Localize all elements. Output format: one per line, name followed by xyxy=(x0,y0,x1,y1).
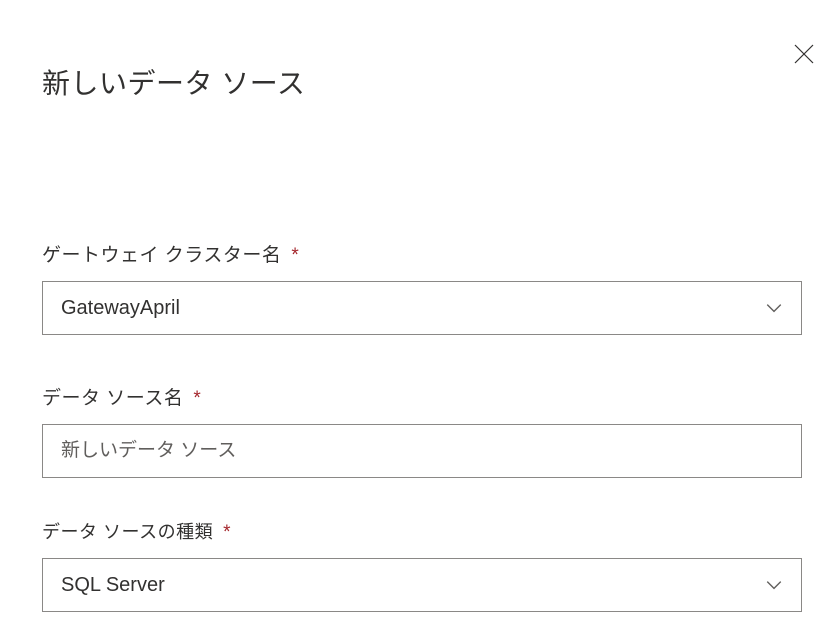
chevron-down-icon xyxy=(765,299,783,317)
data-source-type-select[interactable]: SQL Server xyxy=(42,558,802,612)
data-source-type-value: SQL Server xyxy=(61,574,165,597)
data-source-name-input[interactable] xyxy=(42,424,802,478)
field-gateway-cluster: ゲートウェイ クラスター名 * GatewayApril xyxy=(42,240,802,335)
page-title: 新しいデータ ソース xyxy=(42,62,802,102)
data-source-name-label: データ ソース名 * xyxy=(42,383,802,410)
gateway-cluster-select[interactable]: GatewayApril xyxy=(42,281,802,335)
gateway-cluster-label: ゲートウェイ クラスター名 * xyxy=(42,240,802,267)
close-icon xyxy=(792,42,816,66)
data-source-type-label: データ ソースの種類 * xyxy=(42,518,802,544)
field-data-source-type: データ ソースの種類 * SQL Server xyxy=(42,518,802,612)
close-button[interactable] xyxy=(788,38,820,70)
chevron-down-icon xyxy=(765,576,783,594)
label-text: データ ソース名 xyxy=(42,383,183,410)
required-indicator: * xyxy=(291,245,299,267)
form-content: 新しいデータ ソース ゲートウェイ クラスター名 * GatewayApril … xyxy=(0,0,840,612)
gateway-cluster-value: GatewayApril xyxy=(61,297,180,320)
required-indicator: * xyxy=(223,522,231,544)
label-text: データ ソースの種類 xyxy=(42,518,213,544)
label-text: ゲートウェイ クラスター名 xyxy=(42,240,281,267)
field-data-source-name: データ ソース名 * xyxy=(42,383,802,478)
required-indicator: * xyxy=(193,388,201,410)
